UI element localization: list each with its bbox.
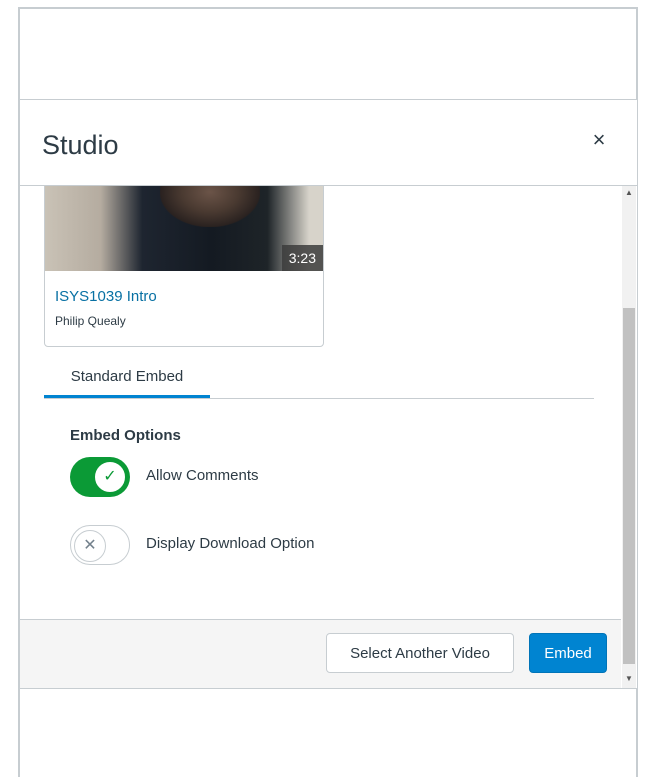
video-duration: 3:23: [281, 245, 323, 271]
tab-standard-embed[interactable]: Standard Embed: [44, 360, 210, 398]
dialog-footer: Select Another Video Embed: [20, 619, 621, 688]
video-title-link[interactable]: ISYS1039 Intro: [55, 288, 157, 305]
display-download-toggle[interactable]: ✕: [70, 525, 130, 565]
allow-comments-toggle[interactable]: ✓: [70, 457, 130, 497]
video-card[interactable]: 3:23 ISYS1039 Intro Philip Quealy: [44, 186, 324, 347]
close-button[interactable]: ×: [589, 129, 609, 151]
embed-tabs: Standard Embed: [44, 360, 594, 399]
studio-dialog: Studio × 3:23 ISYS1039 Intro Philip Quea…: [20, 99, 637, 689]
dialog-header: Studio ×: [20, 100, 637, 186]
display-download-row: ✕ Display Download Option: [70, 525, 470, 565]
scrollbar[interactable]: ▲ ▼: [622, 186, 636, 688]
x-icon: ✕: [74, 530, 106, 562]
video-author: Philip Quealy: [55, 314, 126, 328]
allow-comments-row: ✓ Allow Comments: [70, 457, 470, 497]
embed-options-heading: Embed Options: [70, 427, 181, 444]
dialog-title: Studio: [42, 130, 119, 160]
scrollbar-thumb[interactable]: [623, 308, 635, 664]
allow-comments-label: Allow Comments: [146, 467, 259, 484]
scroll-up-icon[interactable]: ▲: [622, 186, 636, 200]
dialog-body: 3:23 ISYS1039 Intro Philip Quealy Standa…: [20, 186, 637, 619]
select-another-video-button[interactable]: Select Another Video: [326, 633, 514, 673]
scroll-down-icon[interactable]: ▼: [622, 672, 636, 686]
video-thumbnail-face: [160, 186, 260, 227]
embed-button[interactable]: Embed: [529, 633, 607, 673]
display-download-label: Display Download Option: [146, 535, 315, 552]
check-icon: ✓: [94, 461, 126, 493]
video-thumbnail[interactable]: 3:23: [45, 186, 323, 271]
